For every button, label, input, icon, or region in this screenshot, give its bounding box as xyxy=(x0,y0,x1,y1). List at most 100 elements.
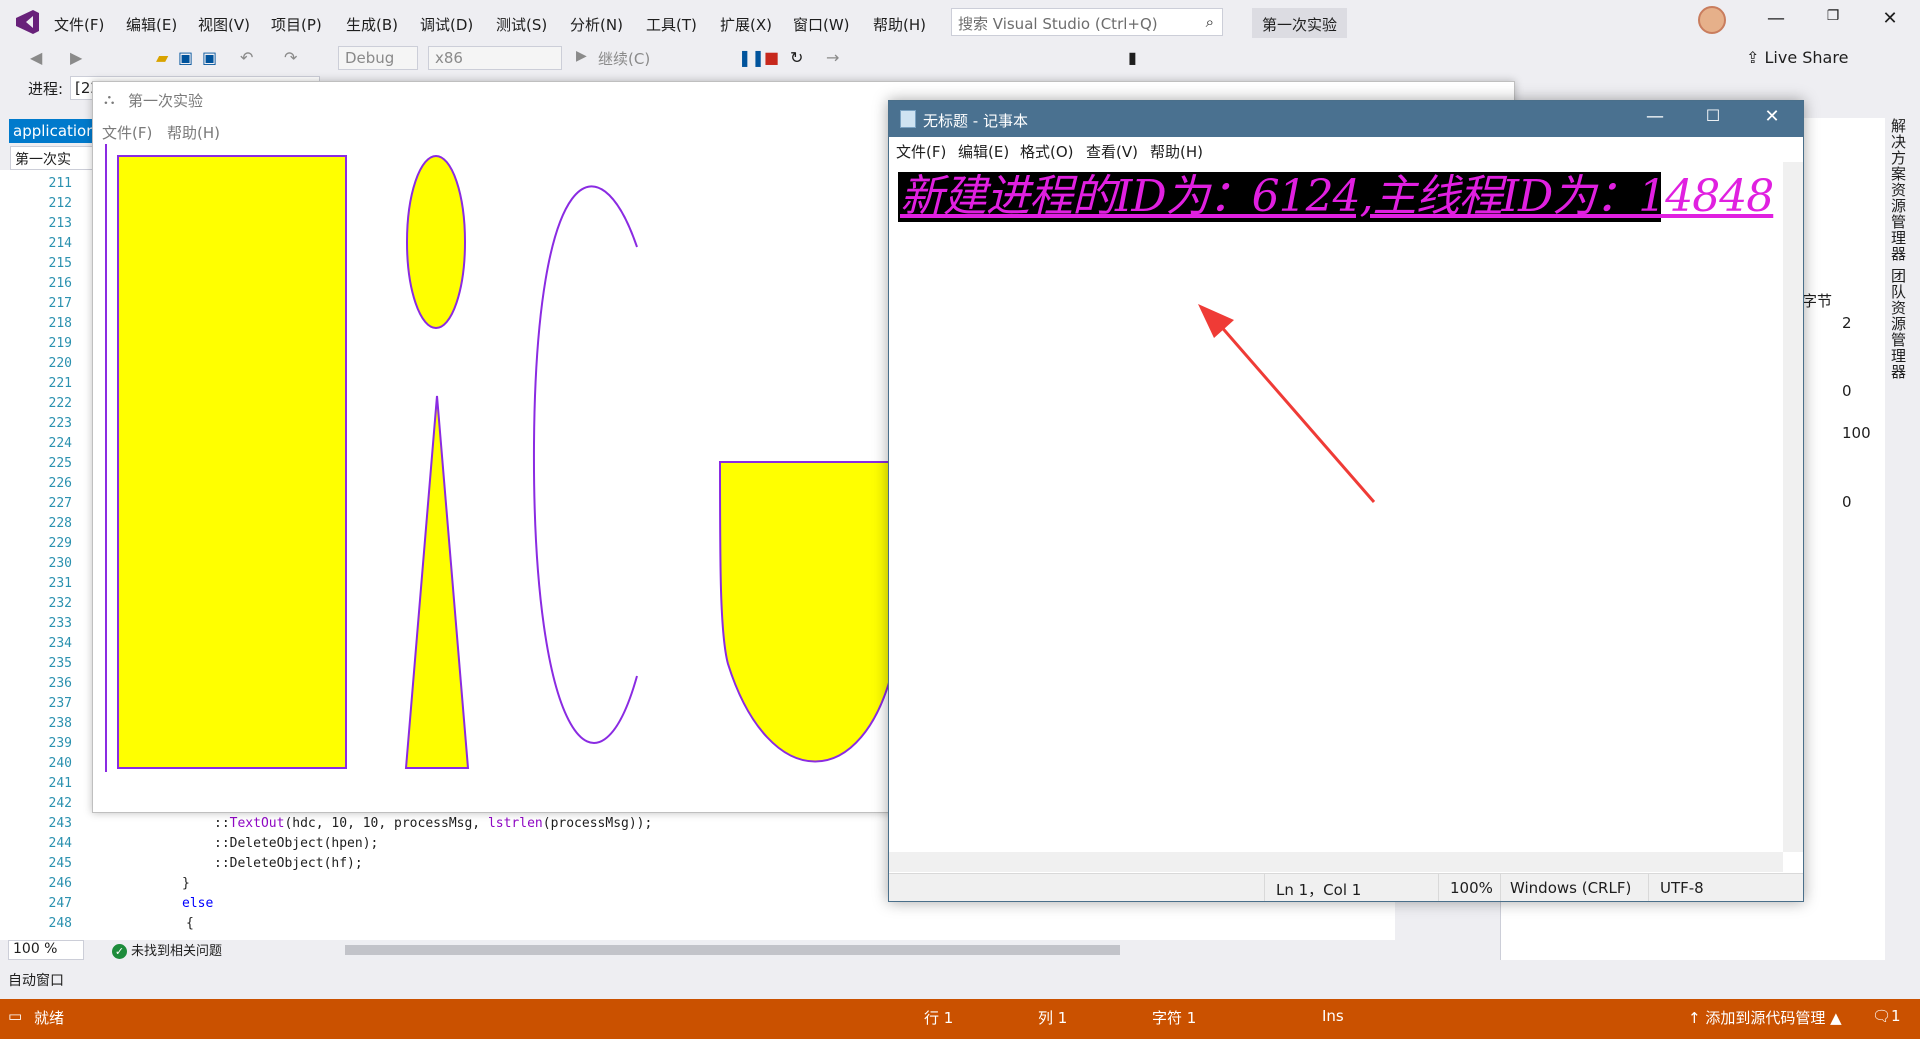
menu-item-11[interactable]: 帮助(H) xyxy=(873,14,926,35)
status-icon: ▭ xyxy=(8,1007,23,1025)
close-icon[interactable]: ✕ xyxy=(1870,8,1910,29)
line-number: 241 xyxy=(48,776,72,791)
line-number: 212 xyxy=(48,196,72,211)
line-number: 246 xyxy=(48,876,72,891)
redo-icon[interactable]: ↷ xyxy=(284,48,297,67)
status-ready: 就绪 xyxy=(34,1009,65,1027)
notepad-icon xyxy=(900,110,916,128)
status-col: 列 1 xyxy=(1038,1009,1068,1027)
purple-arc xyxy=(532,185,638,744)
search-icon[interactable]: ⌕ xyxy=(1206,13,1214,31)
line-number: 248 xyxy=(48,916,72,931)
code-lines: ::TextOut(hdc, 10, 10, processMsg, lstrl… xyxy=(110,814,830,934)
auto-window-tab[interactable]: 自动窗口 xyxy=(8,970,64,990)
zoom-combo[interactable]: 100 % xyxy=(8,940,84,960)
tab-application[interactable]: application xyxy=(9,119,93,143)
menu-item-1[interactable]: 编辑(E) xyxy=(126,14,177,35)
menu-item-9[interactable]: 扩展(X) xyxy=(720,14,772,35)
stop-icon[interactable]: ■ xyxy=(764,48,779,67)
menu-item-10[interactable]: 窗口(W) xyxy=(793,14,850,35)
notepad-minimize-icon[interactable]: — xyxy=(1635,106,1675,127)
undo-icon[interactable]: ↶ xyxy=(240,48,253,67)
notepad-menu-view[interactable]: 查看(V) xyxy=(1086,141,1138,162)
continue-icon[interactable]: ▶ xyxy=(576,48,587,64)
line-number: 215 xyxy=(48,256,72,271)
line-number: 228 xyxy=(48,516,72,531)
line-number: 227 xyxy=(48,496,72,511)
notepad-line-ending: Windows (CRLF) xyxy=(1510,879,1632,897)
maximize-icon[interactable]: ❐ xyxy=(1813,8,1853,24)
notepad-menu-format[interactable]: 格式(O) xyxy=(1020,141,1074,162)
platform-combo[interactable]: x86 xyxy=(428,46,562,70)
code-line-248: { xyxy=(186,916,194,931)
experiment-menu-help[interactable]: 帮助(H) xyxy=(167,122,220,143)
menu-item-5[interactable]: 调试(D) xyxy=(420,14,473,35)
menu-item-3[interactable]: 项目(P) xyxy=(271,14,322,35)
notepad-maximize-icon[interactable]: ☐ xyxy=(1693,106,1733,125)
notepad-horizontal-scrollbar[interactable] xyxy=(889,852,1783,872)
menu-item-4[interactable]: 生成(B) xyxy=(346,14,398,35)
source-control-button[interactable]: ↑ 添加到源代码管理 ▲ xyxy=(1688,1007,1842,1028)
continue-button[interactable]: 继续(C) xyxy=(598,48,650,69)
notification-icon[interactable]: 🗨1 xyxy=(1872,1007,1901,1025)
open-folder-icon[interactable]: ▰ xyxy=(156,48,168,67)
experiment-window-title: 第一次实验 xyxy=(128,92,204,110)
notepad-menu-help[interactable]: 帮助(H) xyxy=(1150,141,1203,162)
pause-icon[interactable]: ❚❚ xyxy=(738,48,765,67)
save-icon[interactable]: ▣ xyxy=(178,48,193,67)
live-share-button[interactable]: ⇪ Live Share xyxy=(1746,48,1848,67)
menu-item-7[interactable]: 分析(N) xyxy=(570,14,623,35)
restart-icon[interactable]: ↻ xyxy=(790,48,803,67)
line-number: 245 xyxy=(48,856,72,871)
line-number: 229 xyxy=(48,536,72,551)
status-divider xyxy=(1438,874,1439,901)
graph-value-0b: 0 xyxy=(1842,493,1852,511)
menu-item-8[interactable]: 工具(T) xyxy=(646,14,697,35)
nav-combo[interactable]: 第一次实 xyxy=(10,146,94,170)
line-number: 238 xyxy=(48,716,72,731)
code-line-243: ::TextOut(hdc, 10, 10, processMsg, lstrl… xyxy=(214,816,653,831)
notepad-zoom: 100% xyxy=(1450,879,1493,897)
bookmark-icon[interactable]: ▮ xyxy=(1128,48,1137,67)
config-combo[interactable]: Debug xyxy=(338,46,418,70)
save-all-icon[interactable]: ▣ xyxy=(202,48,217,67)
line-number: 236 xyxy=(48,676,72,691)
notepad-menu-edit[interactable]: 编辑(E) xyxy=(958,141,1009,162)
menu-item-0[interactable]: 文件(F) xyxy=(54,14,104,35)
line-number: 237 xyxy=(48,696,72,711)
code-line-246: } xyxy=(182,876,190,891)
yellow-rectangle xyxy=(117,155,347,769)
line-number: 225 xyxy=(48,456,72,471)
line-number: 234 xyxy=(48,636,72,651)
status-divider xyxy=(1264,874,1265,901)
minimize-icon[interactable]: — xyxy=(1756,8,1796,29)
yellow-triangle xyxy=(404,395,470,769)
notepad-cursor-position: Ln 1，Col 1 xyxy=(1276,881,1362,899)
menu-item-2[interactable]: 视图(V) xyxy=(198,14,250,35)
tab-solution-explorer[interactable]: 解决方案资源管理器 xyxy=(1888,118,1909,262)
notepad-menu-file[interactable]: 文件(F) xyxy=(896,141,946,162)
experiment-menu-file[interactable]: 文件(F) xyxy=(102,122,152,143)
notepad-text[interactable]: 新建进程的ID为：6124,主线程ID为：14848 xyxy=(900,172,1774,222)
notepad-close-icon[interactable]: ✕ xyxy=(1752,106,1792,127)
line-number: 216 xyxy=(48,276,72,291)
line-number: 235 xyxy=(48,656,72,671)
annotation-arrow xyxy=(1198,304,1376,503)
tab-team-explorer[interactable]: 团队资源管理器 xyxy=(1888,268,1909,380)
avatar[interactable] xyxy=(1698,6,1726,34)
editor-horizontal-scrollbar[interactable] xyxy=(345,945,1120,955)
line-number: 226 xyxy=(48,476,72,491)
forward-icon[interactable]: ▶ xyxy=(70,48,82,67)
graph-value-2: 2 xyxy=(1842,314,1852,332)
line-number: 232 xyxy=(48,596,72,611)
menu-item-6[interactable]: 测试(S) xyxy=(496,14,547,35)
line-number: 218 xyxy=(48,316,72,331)
step-icon[interactable]: → xyxy=(826,48,839,67)
line-number: 211 xyxy=(48,176,72,191)
line-number: 224 xyxy=(48,436,72,451)
notepad-vertical-scrollbar[interactable] xyxy=(1783,162,1803,852)
code-line-245: ::DeleteObject(hf); xyxy=(214,856,363,871)
vs-search-input[interactable]: 搜索 Visual Studio (Ctrl+Q) ⌕ xyxy=(951,8,1223,36)
issues-indicator[interactable]: ✓ 未找到相关问题 xyxy=(112,940,222,959)
back-icon[interactable]: ◀ xyxy=(30,48,42,67)
